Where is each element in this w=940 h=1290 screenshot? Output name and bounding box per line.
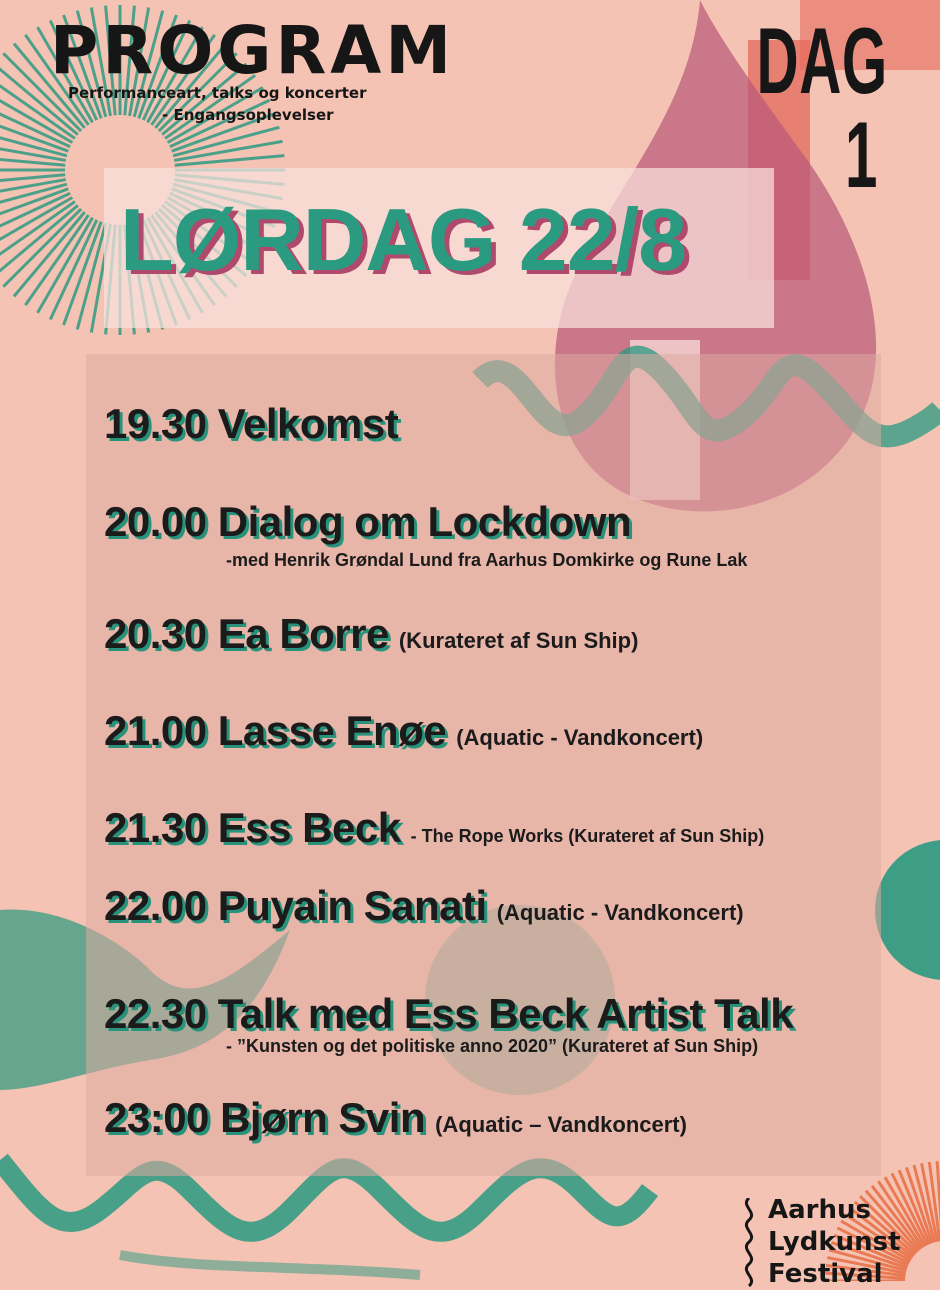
festival-line-3: Festival	[768, 1259, 883, 1289]
sunburst-ray	[0, 196, 74, 242]
event-time-title: 21.00 Lasse Enøe	[104, 707, 447, 754]
event-2: 20.00 Dialog om Lockdown	[104, 498, 632, 546]
event-time-title: 23:00 Bjørn Svin	[104, 1094, 426, 1141]
event-time-title: 22.00 Puyain Sanati	[104, 882, 487, 929]
event-note: (Aquatic – Vandkoncert)	[435, 1112, 687, 1137]
event-7: 22.30 Talk med Ess Beck Artist Talk	[104, 990, 794, 1038]
program-subtitle-1: Performanceart, talks og koncerter	[68, 84, 367, 102]
program-subtitle-2: - Engangsoplevelser	[162, 106, 334, 124]
event-time-title: 21.30 Ess Beck	[104, 804, 401, 851]
sunburst-ray	[0, 157, 66, 167]
sunburst-ray	[0, 98, 74, 144]
festival-line-2: Lydkunst	[768, 1227, 901, 1257]
event-time-title: 19.30 Velkomst	[104, 400, 399, 447]
event-note: (Aquatic - Vandkoncert)	[496, 900, 744, 925]
event-note: - The Rope Works (Kurateret af Sun Ship)	[410, 826, 765, 846]
event-note: (Aquatic - Vandkoncert)	[456, 725, 704, 750]
festival-logo: Aarhus Lydkunst Festival	[740, 1194, 901, 1290]
teal-circle-right	[875, 840, 940, 980]
event-1: 19.30 Velkomst	[104, 400, 399, 448]
squiggle-icon	[744, 1198, 754, 1288]
event-2-detail: -med Henrik Grøndal Lund fra Aarhus Domk…	[226, 550, 748, 570]
sunburst-ray	[0, 173, 66, 183]
event-7-detail: - ”Kunsten og det politiske anno 2020” (…	[226, 1036, 759, 1056]
event-time-title: 20.00 Dialog om Lockdown	[104, 498, 632, 545]
teal-wave-bottom-2	[119, 1250, 421, 1280]
event-6: 22.00 Puyain Sanati (Aquatic - Vandkoncer…	[104, 882, 744, 930]
program-heading: PROGRAM	[50, 12, 456, 89]
event-time-title: 22.30 Talk med Ess Beck Artist Talk	[104, 990, 794, 1037]
event-8: 23:00 Bjørn Svin (Aquatic – Vandkoncert)	[104, 1094, 687, 1142]
festival-line-1: Aarhus	[768, 1195, 871, 1225]
date-title: LØRDAG 22/8	[120, 190, 687, 289]
event-note: (Kurateret af Sun Ship)	[398, 628, 639, 653]
event-4: 21.00 Lasse Enøe (Aquatic - Vandkoncert)	[104, 707, 703, 755]
event-time-title: 20.30 Ea Borre	[104, 610, 389, 657]
day-label: DAG 1	[756, 8, 888, 207]
sunburst-ray	[0, 147, 67, 162]
event-3: 20.30 Ea Borre (Kurateret af Sun Ship)	[104, 610, 638, 658]
sunburst-ray	[0, 178, 67, 193]
event-5: 21.30 Ess Beck - The Rope Works (Kuratere…	[104, 804, 764, 852]
